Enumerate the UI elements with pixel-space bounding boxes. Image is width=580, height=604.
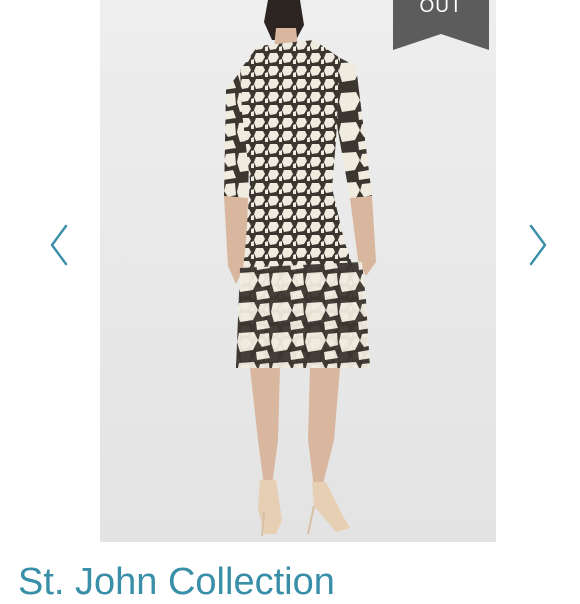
listing-title: St. John Collection	[18, 561, 335, 603]
product-photo-frame[interactable]	[100, 0, 496, 542]
sold-out-label: OUT	[419, 0, 463, 17]
chevron-left-icon	[50, 224, 68, 266]
product-photo	[100, 0, 496, 542]
previous-photo-button[interactable]	[44, 222, 74, 268]
chevron-right-icon	[529, 224, 547, 266]
next-photo-button[interactable]	[523, 222, 553, 268]
sold-out-badge: OUT	[393, 0, 489, 50]
